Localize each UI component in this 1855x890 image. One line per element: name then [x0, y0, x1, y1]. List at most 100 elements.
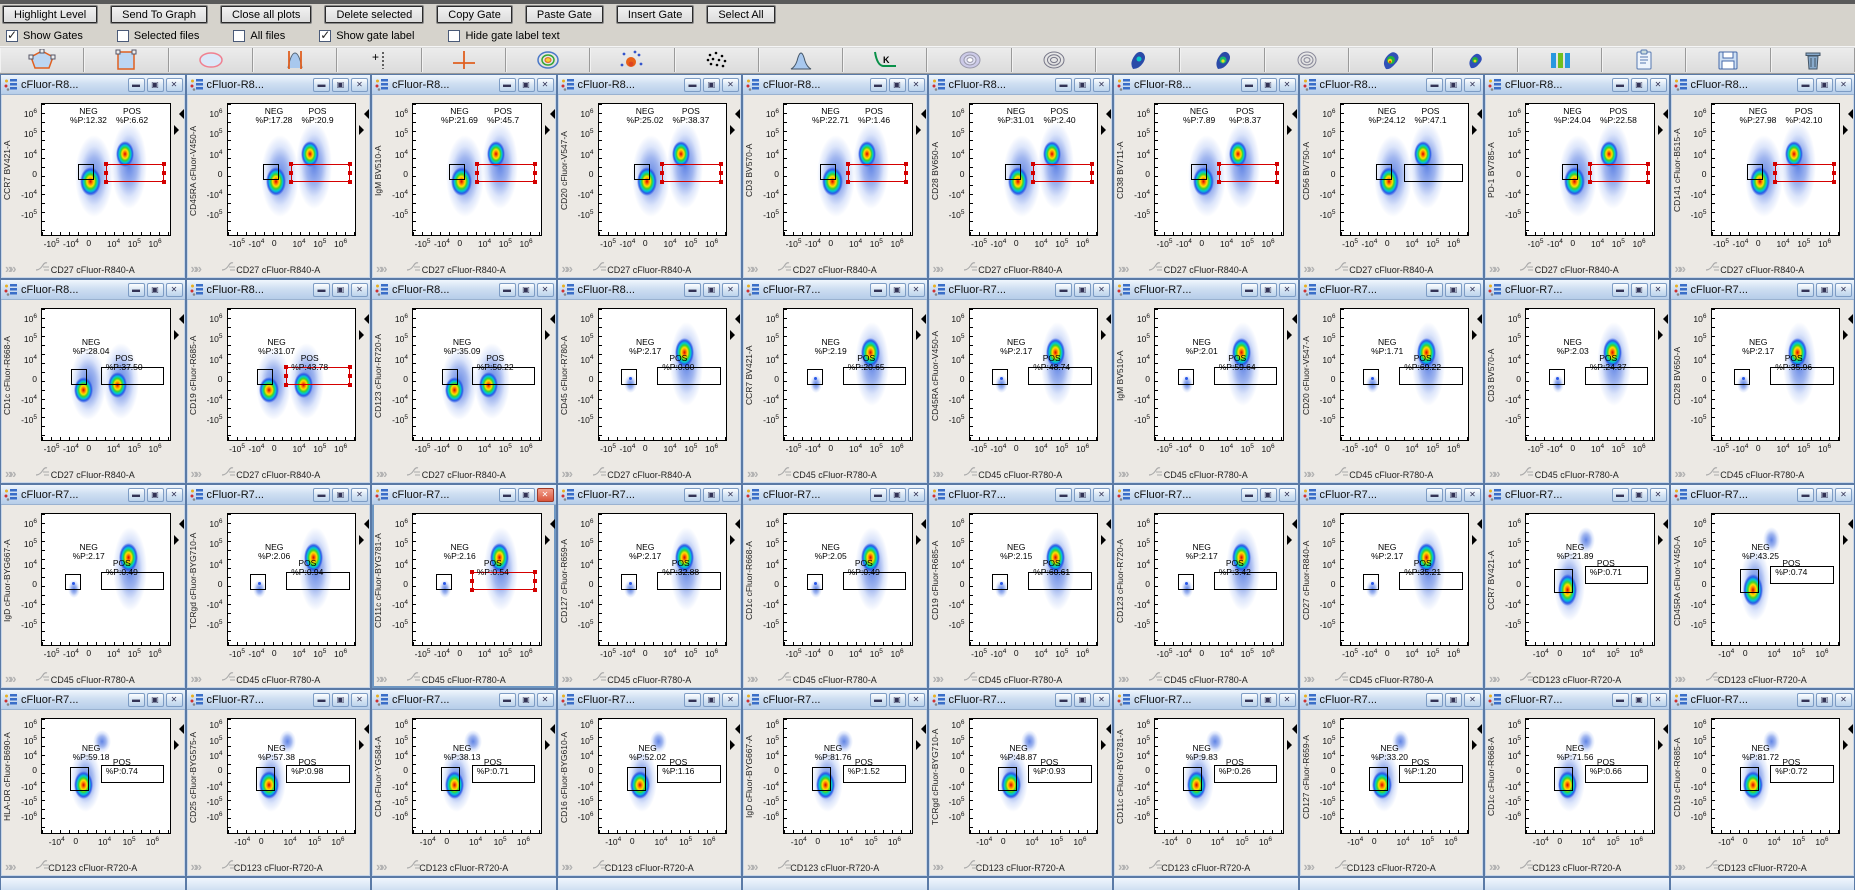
window-titlebar[interactable]: cFluor-R8... ▬ ▣ ✕ [1114, 75, 1298, 95]
scroll-left-arrow-icon[interactable] [1472, 519, 1482, 529]
gate-handle[interactable] [1587, 162, 1592, 167]
window-titlebar[interactable]: cFluor-R8... ▬ ▣ ✕ [928, 75, 1112, 95]
gate-handle[interactable] [660, 162, 665, 167]
close-button[interactable]: ✕ [1649, 77, 1667, 92]
gate-handle[interactable] [1646, 180, 1651, 185]
expand-chevrons-icon[interactable]: »» [933, 671, 945, 686]
expand-chevrons-icon[interactable]: »» [1304, 261, 1316, 276]
neg-gate[interactable] [1177, 369, 1194, 386]
scroll-right-arrow-icon[interactable] [173, 740, 184, 750]
scroll-left-arrow-icon[interactable] [174, 314, 184, 324]
expand-chevrons-icon[interactable]: »» [376, 466, 388, 481]
close-button[interactable]: ✕ [351, 282, 368, 297]
restore-button[interactable]: ▣ [888, 282, 906, 297]
gate-handle[interactable] [533, 587, 538, 592]
restore-button[interactable]: ▣ [703, 692, 720, 707]
scroll-right-arrow-icon[interactable] [544, 125, 555, 135]
scroll-left-arrow-icon[interactable] [174, 519, 184, 529]
plot-window-r1c7[interactable]: cFluor-R8... ▬ ▣ ✕ CD38 BV711-A 106 105 104 0 -10… [1113, 74, 1299, 279]
plot-window-r4c9[interactable]: cFluor-R7... ▬ ▣ ✕ CD1c cFluor-R668-A 106 105 1… [1484, 689, 1670, 877]
scroll-left-arrow-icon[interactable] [1101, 314, 1111, 324]
expand-chevrons-icon[interactable]: »» [1675, 859, 1687, 874]
scroll-left-arrow-icon[interactable] [174, 109, 184, 119]
dot-plot-icon[interactable] [674, 48, 759, 72]
scroll-right-arrow-icon[interactable] [730, 125, 740, 135]
plot-window-r3c2[interactable]: cFluor-R7... ▬ ▣ ✕ TCRgd cFluor-BYG710-A 106 1… [185, 484, 371, 689]
restore-button[interactable]: ▣ [1816, 282, 1833, 297]
expand-chevrons-icon[interactable]: »» [747, 466, 759, 481]
gate-handle[interactable] [1587, 180, 1592, 185]
scroll-left-arrow-icon[interactable] [730, 724, 740, 734]
gate-handle[interactable] [718, 162, 723, 167]
window-titlebar[interactable]: cFluor-R7... ▬ ▣ ✕ [743, 280, 927, 300]
plot-window-r2c7[interactable]: cFluor-R7... ▬ ▣ ✕ IgM BV510-A 106 105 104 0 -104… [1113, 279, 1299, 484]
gate-handle[interactable] [1216, 171, 1221, 176]
gate-handle[interactable] [1773, 162, 1778, 167]
neg-gate[interactable] [1739, 766, 1759, 791]
minimize-button[interactable]: ▬ [1426, 487, 1443, 502]
window-titlebar[interactable]: cFluor-R7... ▬ ▣ ✕ [1485, 485, 1669, 505]
scroll-right-arrow-icon[interactable] [173, 535, 184, 545]
gate-handle[interactable] [289, 171, 294, 176]
restore-button[interactable]: ▣ [146, 692, 164, 707]
neg-gate[interactable] [992, 574, 1009, 591]
scroll-left-arrow-icon[interactable] [1287, 109, 1297, 119]
contour-plot-filled-icon[interactable] [927, 48, 1012, 72]
window-titlebar[interactable]: cFluor-R7... ▬ ▣ ✕ [1670, 485, 1854, 505]
gate-handle[interactable] [1587, 171, 1592, 176]
minimize-button[interactable]: ▬ [1611, 282, 1629, 297]
restore-button[interactable]: ▣ [1445, 487, 1462, 502]
quadrant-gate-icon[interactable] [421, 48, 506, 72]
gate-handle[interactable] [1216, 162, 1221, 167]
minimize-button[interactable]: ▬ [684, 692, 701, 707]
pos-gate[interactable] [103, 162, 167, 185]
gate-handle[interactable] [660, 180, 665, 185]
window-titlebar[interactable]: cFluor-R7... ▬ ▣ ✕ [1299, 690, 1483, 710]
neg-gate[interactable] [441, 766, 461, 791]
neg-gate[interactable] [1747, 164, 1764, 181]
restore-button[interactable]: ▣ [517, 487, 535, 502]
range-gate-icon[interactable] [252, 48, 338, 72]
pos-gate[interactable] [1773, 162, 1836, 185]
kinetics-plot-icon[interactable]: K [843, 48, 928, 72]
minimize-button[interactable]: ▬ [1611, 692, 1629, 707]
neg-gate[interactable] [812, 766, 832, 791]
scroll-right-arrow-icon[interactable] [1286, 535, 1297, 545]
neg-gate[interactable] [64, 574, 81, 591]
gate-handle[interactable] [1031, 171, 1036, 176]
density-plot-color-2-icon[interactable] [1433, 48, 1518, 72]
close-button[interactable]: ✕ [1464, 487, 1481, 502]
scroll-right-arrow-icon[interactable] [1101, 740, 1111, 750]
gate-handle[interactable] [474, 171, 479, 176]
neg-gate[interactable] [621, 369, 638, 386]
neg-gate[interactable] [255, 766, 275, 791]
restore-button[interactable]: ▣ [1630, 282, 1648, 297]
expand-chevrons-icon[interactable]: »» [1675, 261, 1687, 276]
gate-handle[interactable] [347, 382, 352, 387]
scroll-right-arrow-icon[interactable] [1843, 330, 1853, 340]
restore-button[interactable]: ▣ [1259, 77, 1277, 92]
window-titlebar[interactable]: cFluor-R7... ▬ ▣ ✕ [557, 485, 741, 505]
restore-button[interactable]: ▣ [1074, 77, 1091, 92]
plot-window-r1c5[interactable]: cFluor-R8... ▬ ▣ ✕ CD3 BV570-A 106 105 104 0 -104… [742, 74, 928, 279]
close-button[interactable]: ✕ [1464, 282, 1481, 297]
close-button[interactable]: ✕ [722, 692, 739, 707]
restore-button[interactable]: ▣ [1816, 487, 1833, 502]
neg-gate[interactable] [1548, 369, 1565, 386]
scroll-left-arrow-icon[interactable] [1472, 109, 1482, 119]
minimize-button[interactable]: ▬ [684, 77, 701, 92]
close-button[interactable]: ✕ [165, 282, 183, 297]
gate-handle[interactable] [660, 171, 665, 176]
scroll-left-arrow-icon[interactable] [1658, 314, 1668, 324]
neg-gate[interactable] [435, 574, 452, 591]
close-button[interactable]: ✕ [907, 487, 925, 502]
gate-handle[interactable] [1089, 180, 1094, 185]
neg-gate[interactable] [70, 766, 90, 791]
scroll-right-arrow-icon[interactable] [173, 125, 184, 135]
clipboard-icon[interactable] [1601, 48, 1687, 72]
minimize-button[interactable]: ▬ [498, 77, 516, 92]
expand-chevrons-icon[interactable]: »» [1118, 859, 1130, 874]
scroll-left-arrow-icon[interactable] [1472, 314, 1482, 324]
close-button[interactable]: ✕ [1278, 692, 1296, 707]
restore-button[interactable]: ▣ [1630, 77, 1648, 92]
